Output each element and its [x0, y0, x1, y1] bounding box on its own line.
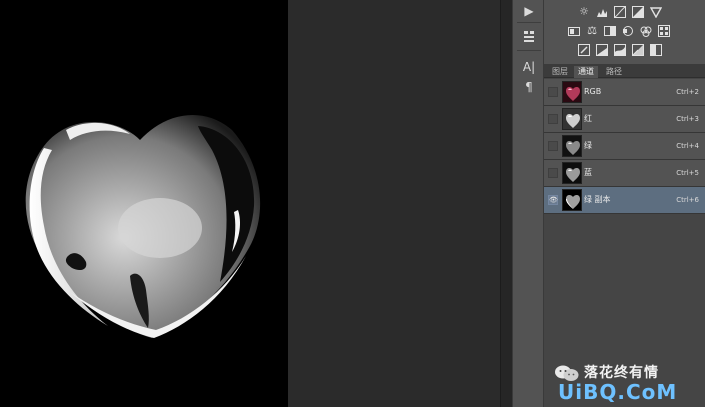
selective-color-glyph	[650, 44, 662, 56]
channel-name: 蓝	[584, 168, 592, 177]
visibility-toggle[interactable]	[548, 168, 558, 178]
levels-icon[interactable]	[596, 6, 608, 18]
channel-thumbnail	[562, 108, 582, 130]
dock-separator	[517, 22, 541, 23]
posterize-glyph	[596, 44, 608, 56]
exposure-icon[interactable]	[632, 6, 644, 18]
curves-glyph	[614, 6, 626, 18]
play-icon[interactable]: ▶	[519, 2, 539, 20]
color-lookup-icon[interactable]	[658, 25, 670, 37]
properties-icon[interactable]	[519, 28, 539, 46]
color-balance-icon[interactable]: ⚖	[586, 25, 598, 37]
rgb-thumb-glyph	[563, 82, 581, 102]
channel-thumbnail	[562, 189, 582, 211]
channel-shortcut: Ctrl+2	[676, 88, 699, 96]
brightness-contrast-icon[interactable]: ☼	[578, 6, 590, 18]
channel-mixer-icon[interactable]	[640, 25, 652, 37]
channel-row-rgb[interactable]: RGB Ctrl+2	[544, 79, 705, 106]
properties-glyph	[524, 31, 534, 42]
channel-thumbnail	[562, 135, 582, 157]
tab-layers[interactable]: 图层	[548, 66, 572, 78]
threshold-glyph	[614, 44, 626, 56]
channel-row-blue[interactable]: 蓝 Ctrl+5	[544, 160, 705, 187]
channel-thumbnail	[562, 81, 582, 103]
black-white-icon[interactable]	[604, 25, 616, 37]
workspace-area	[288, 0, 500, 407]
levels-glyph	[597, 9, 607, 17]
character-icon[interactable]: A|	[519, 58, 539, 76]
collapsed-panel-dock: ▶ A| ¶	[512, 0, 544, 407]
watermark: 落花终有情 UiBQ.CoM	[552, 360, 702, 405]
bw-glyph	[604, 26, 616, 36]
visibility-toggle[interactable]	[548, 87, 558, 97]
curves-icon[interactable]	[614, 6, 626, 18]
watermark-site: UiBQ.CoM	[558, 380, 678, 404]
dock-separator	[517, 50, 541, 51]
red-thumb-glyph	[563, 109, 581, 129]
selective-color-icon[interactable]	[650, 44, 662, 56]
channel-row-green-copy[interactable]: 👁 绿 副本 Ctrl+6	[544, 187, 705, 214]
vibrance-glyph	[649, 7, 663, 19]
invert-glyph	[578, 44, 590, 56]
panel-tab-bar: 图层 通道 路径	[544, 64, 705, 78]
lookup-glyph	[658, 25, 670, 37]
channel-row-green[interactable]: 绿 Ctrl+4	[544, 133, 705, 160]
threshold-icon[interactable]	[614, 44, 626, 56]
channel-shortcut: Ctrl+6	[676, 196, 699, 204]
channel-shortcut: Ctrl+4	[676, 142, 699, 150]
gradient-map-glyph	[632, 44, 644, 56]
posterize-icon[interactable]	[596, 44, 608, 56]
channel-shortcut: Ctrl+3	[676, 115, 699, 123]
channel-name: 绿 副本	[584, 195, 611, 204]
visibility-toggle[interactable]	[548, 114, 558, 124]
adjustments-panel: ☼ ⚖	[544, 0, 705, 64]
hue-glyph	[568, 27, 580, 36]
photo-filter-icon[interactable]	[622, 25, 634, 37]
channel-thumbnail	[562, 162, 582, 184]
photo-filter-glyph	[623, 26, 633, 36]
tab-channels[interactable]: 通道	[574, 66, 598, 78]
gradient-map-icon[interactable]	[632, 44, 644, 56]
channel-name: 红	[584, 114, 592, 123]
document-canvas[interactable]	[0, 0, 288, 407]
vibrance-icon[interactable]	[649, 6, 663, 19]
tab-paths[interactable]: 路径	[602, 66, 626, 78]
paragraph-icon[interactable]: ¶	[519, 78, 539, 96]
visibility-toggle[interactable]	[548, 141, 558, 151]
invert-icon[interactable]	[578, 44, 590, 56]
channels-panel: 图层 通道 路径 RGB Ctrl+2 红 Ctrl+3 绿 Ctrl+4 蓝 …	[544, 64, 705, 407]
exposure-glyph	[632, 6, 644, 18]
mixer-glyph	[640, 26, 652, 37]
blue-thumb-glyph	[563, 163, 581, 183]
eye-icon[interactable]: 👁	[548, 195, 558, 205]
channel-row-red[interactable]: 红 Ctrl+3	[544, 106, 705, 133]
channel-name: 绿	[584, 141, 592, 150]
green-copy-thumb-glyph	[563, 190, 581, 210]
channel-name: RGB	[584, 87, 602, 96]
workspace-divider[interactable]	[500, 0, 512, 407]
channel-shortcut: Ctrl+5	[676, 169, 699, 177]
hue-saturation-icon[interactable]	[568, 25, 580, 37]
glass-heart-image	[25, 115, 261, 338]
green-thumb-glyph	[563, 136, 581, 156]
